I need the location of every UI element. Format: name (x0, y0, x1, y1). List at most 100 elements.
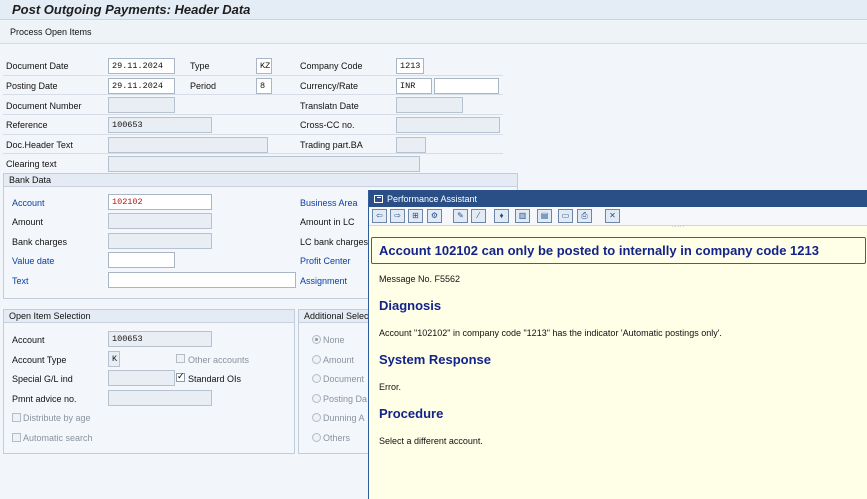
window-title: Post Outgoing Payments: Header Data (12, 2, 251, 17)
currency-field[interactable]: INR (396, 78, 432, 94)
none-option-label: None (323, 335, 345, 345)
settings-icon[interactable]: ⚙ (427, 209, 442, 223)
application-toolbar: Process Open Items (0, 21, 867, 44)
exchange-rate-field[interactable] (434, 78, 499, 94)
value-date-label: Value date (12, 256, 55, 266)
row-divider (3, 153, 503, 154)
type-label: Type (190, 61, 210, 71)
cross-cc-field[interactable] (396, 117, 500, 133)
value-date-field[interactable] (108, 252, 175, 268)
translation-date-label: Translatn Date (300, 101, 359, 111)
process-open-items-button[interactable]: Process Open Items (10, 27, 92, 37)
distribute-by-age-label: Distribute by age (23, 413, 91, 423)
close-icon[interactable]: ✕ (605, 209, 620, 223)
help-icon[interactable]: ♦ (494, 209, 509, 223)
period-field[interactable]: 8 (256, 78, 272, 94)
toolbar-dots: ..... (672, 223, 686, 229)
print-preview-icon[interactable]: ⊞ (408, 209, 423, 223)
lc-bank-charges-label: LC bank charges (300, 237, 369, 247)
reference-label: Reference (6, 120, 48, 130)
account-type-label: Account Type (12, 355, 67, 365)
document-date-field[interactable]: 29.11.2024 (108, 58, 175, 74)
none-radio[interactable] (312, 335, 321, 344)
system-response-heading: System Response (379, 352, 491, 367)
performance-assistant-toolbar: ⇦ ⇨ ⊞ ⚙ ✎ ⁄ ♦ ▥ ▤ ▭ ⎙ ✕ ..... (369, 207, 867, 229)
oi-account-field[interactable]: 100653 (108, 331, 212, 347)
doc-header-text-field[interactable] (108, 137, 268, 153)
forward-icon[interactable]: ⇨ (390, 209, 405, 223)
bank-account-label: Account (12, 198, 45, 208)
pmnt-advice-field[interactable] (108, 390, 212, 406)
account-type-field[interactable]: K (108, 351, 120, 367)
document-option-label: Document (323, 374, 365, 384)
bank-account-field[interactable]: 102102 (108, 194, 212, 210)
edit-icon[interactable]: ✎ (453, 209, 468, 223)
distribute-by-age-checkbox[interactable] (12, 413, 21, 422)
clearing-text-field[interactable] (108, 156, 420, 172)
trading-part-label: Trading part.BA (300, 140, 363, 150)
performance-assistant-window: Performance Assistant ⇦ ⇨ ⊞ ⚙ ✎ ⁄ ♦ ▥ ▤ … (368, 190, 867, 499)
profit-center-label: Profit Center (300, 256, 351, 266)
performance-assistant-title: Performance Assistant (387, 193, 478, 204)
doc-header-text-label: Doc.Header Text (6, 140, 73, 150)
amount-field[interactable] (108, 213, 212, 229)
special-gl-label: Special G/L ind (12, 374, 73, 384)
book-icon[interactable]: ▥ (515, 209, 530, 223)
automatic-search-label: Automatic search (23, 433, 93, 443)
automatic-search-checkbox[interactable] (12, 433, 21, 442)
error-headline-box: Account 102102 can only be posted to int… (371, 237, 866, 264)
system-response-text: Error. (379, 382, 402, 392)
dunning-area-option-label: Dunning A (323, 413, 365, 423)
translation-date-field[interactable] (396, 97, 463, 113)
row-divider (3, 75, 503, 76)
message-number: Message No. F5562 (379, 274, 461, 284)
bank-charges-field[interactable] (108, 233, 212, 249)
amount-label: Amount (12, 217, 44, 227)
row-divider (3, 94, 503, 95)
row-divider (3, 114, 503, 115)
diagnosis-heading: Diagnosis (379, 298, 442, 313)
open-item-selection-title: Open Item Selection (4, 310, 294, 323)
title-bar: Post Outgoing Payments: Header Data (0, 0, 867, 20)
other-accounts-checkbox[interactable] (176, 354, 185, 363)
reference-field[interactable]: 100653 (108, 117, 212, 133)
diagnosis-text: Account "102102" in company code "1213" … (379, 328, 722, 338)
type-field[interactable]: KZ (256, 58, 272, 74)
performance-assistant-titlebar[interactable]: Performance Assistant (369, 190, 867, 207)
technical-info-icon[interactable]: ▤ (537, 209, 552, 223)
error-headline: Account 102102 can only be posted to int… (379, 243, 819, 258)
standard-ois-label: Standard OIs (188, 374, 242, 384)
posting-date-field[interactable]: 29.11.2024 (108, 78, 175, 94)
amount-lc-label: Amount in LC (300, 217, 355, 227)
oi-account-label: Account (12, 335, 45, 345)
amount-radio[interactable] (312, 355, 321, 364)
pmnt-advice-label: Pmnt advice no. (12, 394, 77, 404)
wand-icon[interactable]: ⁄ (471, 209, 486, 223)
posting-date-radio[interactable] (312, 394, 321, 403)
others-radio[interactable] (312, 433, 321, 442)
company-code-label: Company Code (300, 61, 363, 71)
standard-ois-checkbox[interactable] (176, 371, 185, 382)
posting-date-option-label: Posting Da (323, 394, 368, 404)
trading-part-field[interactable] (396, 137, 426, 153)
special-gl-field[interactable] (108, 370, 175, 386)
cross-cc-label: Cross-CC no. (300, 120, 355, 130)
procedure-text: Select a different account. (379, 436, 483, 446)
document-date-label: Document Date (6, 61, 69, 71)
text-label: Text (12, 276, 29, 286)
procedure-heading: Procedure (379, 406, 444, 421)
dunning-area-radio[interactable] (312, 413, 321, 422)
bank-charges-label: Bank charges (12, 237, 68, 247)
document-radio[interactable] (312, 374, 321, 383)
print-icon[interactable]: ⎙ (577, 209, 592, 223)
company-code-field[interactable]: 1213 (396, 58, 424, 74)
text-field[interactable] (108, 272, 296, 288)
export-icon[interactable]: ▭ (558, 209, 573, 223)
document-number-field[interactable] (108, 97, 175, 113)
business-area-label: Business Area (300, 198, 358, 208)
back-icon[interactable]: ⇦ (372, 209, 387, 223)
amount-option-label: Amount (323, 355, 355, 365)
period-label: Period (190, 81, 217, 91)
clearing-text-label: Clearing text (6, 159, 57, 169)
bank-data-title: Bank Data (4, 174, 517, 187)
